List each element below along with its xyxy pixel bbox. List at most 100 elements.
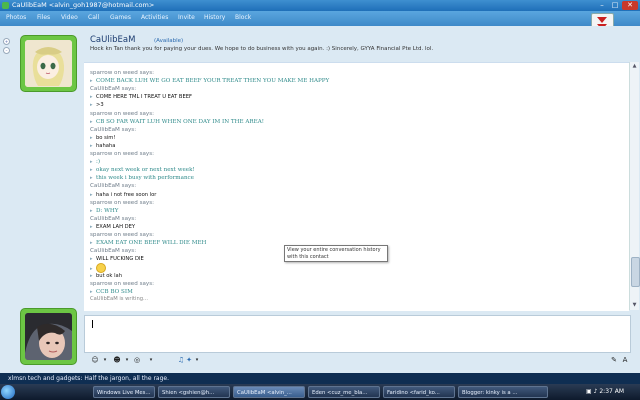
message-text: CCB BO SIM	[96, 288, 133, 295]
sender-label: CaUlibEaM says:	[90, 247, 136, 254]
network-icon[interactable]: ▣	[586, 388, 592, 395]
contact-personal-message: Hock kn Tan thank you for paying your du…	[90, 46, 434, 52]
sender-name: sparrow on weed says:	[90, 280, 155, 287]
menu-photos[interactable]: Photos	[6, 14, 26, 21]
clock[interactable]: 2:37 AM	[599, 388, 624, 395]
handwriting-icon[interactable]: ✎	[609, 356, 619, 365]
message-input[interactable]	[84, 315, 631, 353]
side-tabs: + –	[3, 38, 10, 56]
menu-invite[interactable]: Invite	[178, 14, 195, 21]
font-dropdown-icon[interactable]: ▾	[192, 356, 202, 365]
sender-name: sparrow on weed says:	[90, 70, 155, 76]
typing-indicator: CaUlibEaM is writing...	[90, 296, 148, 303]
menu-files[interactable]: Files	[37, 14, 50, 21]
menu-bar: Photos Files Video Call Games Activities…	[0, 11, 640, 26]
sender-label: sparrow on weed says:	[90, 199, 154, 206]
task-eden[interactable]: Eden <cuz_me_bla...	[308, 386, 380, 398]
message-line: ▸ this week i busy with performance	[90, 174, 194, 181]
sender-label: CaUlibEaM says:	[90, 182, 136, 189]
message-line: ▸ EXAM EAT ONE BEEF WILL DIE MEH	[90, 239, 206, 246]
menu-block[interactable]: Block	[235, 14, 251, 21]
system-tray: ▣ ♪ 2:37 AM	[586, 386, 640, 398]
task-blogger[interactable]: Blogger: kinky is a ...	[458, 386, 548, 398]
message-line: ▸ bo sim!	[90, 134, 115, 141]
message-text: EXAM LAH DEY	[96, 223, 136, 230]
menu-video[interactable]: Video	[61, 14, 78, 21]
text-caret	[92, 320, 93, 328]
input-toolbar: ☺ ▾ ☻ ▾ ◎ ▾ ♫ ✦ ▾ ✎ A	[84, 354, 629, 368]
sender-label: sparrow on weed says:	[90, 231, 154, 238]
message-line: ▸ D: WHY	[90, 207, 118, 214]
sender-label: sparrow on weed says:	[90, 280, 154, 287]
message-line: ▸ but ok lah	[90, 272, 122, 279]
sender-label: sparrow on weed says:	[90, 69, 154, 76]
message-line: ▸ >3	[90, 101, 104, 108]
ad-text[interactable]: xlmsn tech and gadgets: Half the jargon,…	[8, 375, 169, 382]
messenger-icon	[2, 2, 9, 9]
expand-icon[interactable]: +	[3, 38, 10, 45]
wink-dropdown-icon[interactable]: ▾	[122, 356, 132, 365]
message-line: ▸:)	[90, 158, 100, 165]
sender-label: CaUlibEaM says:	[90, 126, 136, 133]
message-text: >3	[96, 102, 104, 109]
nudge-icon[interactable]: ◎	[132, 356, 142, 365]
background-dropdown-icon[interactable]: ▾	[146, 356, 156, 365]
taskbar: Windows Live Mes... Shien <gshien@h... C…	[0, 384, 640, 400]
sender-name: sparrow on weed says:	[90, 199, 155, 206]
sender-name: CaUlibEaM says:	[90, 248, 137, 255]
close-button[interactable]: ✕	[622, 1, 638, 10]
message-line: ▸ CCB BO SIM	[90, 288, 133, 295]
contact-status: (Available)	[154, 38, 184, 44]
sender-name: sparrow on weed says:	[90, 110, 155, 117]
history-tooltip: View your entire conversation history wi…	[284, 245, 388, 262]
conversation-pane[interactable]: sparrow on weed says: ▸ COME BACK LUH WE G…	[84, 62, 629, 311]
message-text: hahaha	[96, 142, 116, 149]
message-text: but ok lah	[96, 272, 122, 279]
message-line: ▸ okay next week or next next week!	[90, 166, 195, 173]
text-mode-icon[interactable]: A	[620, 356, 630, 365]
message-text: this week i busy with performance	[96, 175, 194, 182]
contact-name[interactable]: CaUlibEaM	[90, 35, 135, 45]
sender-name: CaUlibEaM says:	[90, 126, 137, 133]
conversation-scrollbar[interactable]: ▲ ▼	[629, 62, 640, 310]
task-caulibeam[interactable]: CaUlibEaM <alvin_...	[233, 386, 305, 398]
collapse-icon[interactable]: –	[3, 47, 10, 54]
menu-games[interactable]: Games	[110, 14, 131, 21]
title-bar: CaUlibEaM <alvin_goh1987@hotmail.com> – …	[0, 0, 640, 11]
task-live-messenger[interactable]: Windows Live Mes...	[93, 386, 155, 398]
sender-label: CaUlibEaM says:	[90, 215, 136, 222]
maximize-button[interactable]: □	[609, 1, 621, 10]
volume-icon[interactable]: ♪	[594, 388, 598, 395]
wink-icon[interactable]: ☻	[112, 356, 122, 365]
sender-label: CaUlibEaM says:	[90, 85, 136, 92]
scroll-up-icon[interactable]: ▲	[631, 63, 638, 70]
task-shien[interactable]: Shien <gshien@h...	[158, 386, 230, 398]
emoticon-icon[interactable]: ☺	[90, 356, 100, 365]
sender-label: sparrow on weed says:	[90, 110, 154, 117]
start-button[interactable]	[1, 385, 15, 399]
menu-call[interactable]: Call	[88, 14, 99, 21]
message-text: haha i not free soon lor	[96, 191, 157, 198]
ad-bar[interactable]: xlmsn tech and gadgets: Half the jargon,…	[0, 373, 640, 384]
chevron-down-icon	[597, 17, 607, 23]
minimize-button[interactable]: –	[596, 1, 608, 10]
message-text: D: WHY	[96, 207, 119, 214]
emoticon-dropdown-icon[interactable]: ▾	[100, 356, 110, 365]
scroll-down-icon[interactable]: ▼	[631, 302, 638, 309]
scroll-thumb[interactable]	[631, 257, 640, 287]
sender-label: sparrow on weed says:	[90, 150, 154, 157]
own-avatar[interactable]	[20, 308, 77, 365]
message-text: okay next week or next next week!	[96, 167, 195, 174]
message-text: bo sim!	[96, 134, 116, 141]
message-text: COME BACK LUH WE GO EAT BEEF YOUR TREAT …	[96, 78, 330, 85]
window-title: CaUlibEaM <alvin_goh1987@hotmail.com>	[12, 1, 155, 9]
menu-history[interactable]: History	[204, 14, 225, 21]
sender-name: sparrow on weed says:	[90, 151, 155, 157]
task-faridino[interactable]: Faridino <farid_ko...	[383, 386, 455, 398]
contact-avatar-image	[25, 40, 72, 87]
menu-activities[interactable]: Activities	[141, 14, 168, 21]
message-text: EXAM EAT ONE BEEF WILL DIE MEH	[96, 240, 207, 247]
own-avatar-image	[25, 313, 72, 360]
message-line: ▸ hahaha	[90, 142, 115, 149]
contact-avatar[interactable]	[20, 35, 77, 92]
